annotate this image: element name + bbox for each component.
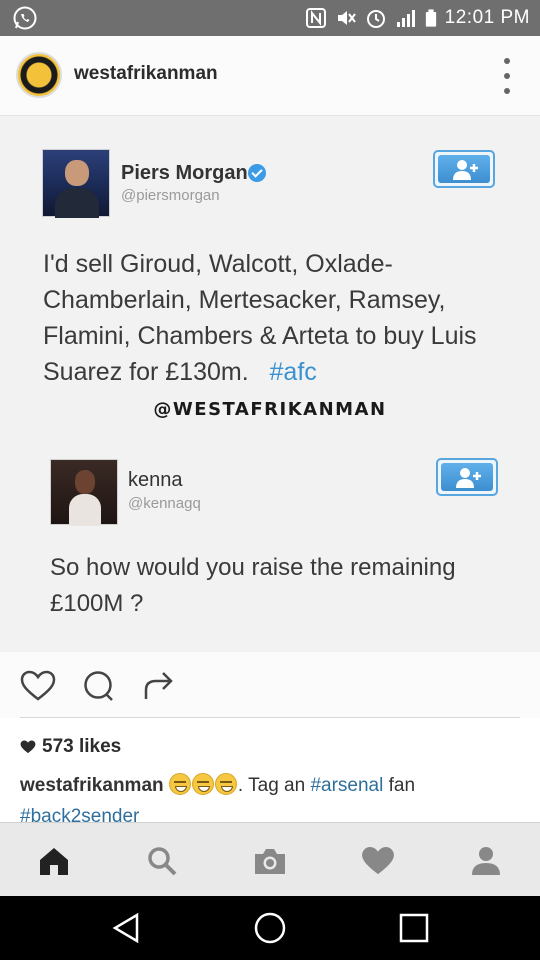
home-icon [40,848,68,875]
heart-icon [362,846,394,875]
verified-badge-icon [248,164,266,182]
hashtag-afc: #afc [269,358,317,386]
piers-morgan-avatar [42,149,110,218]
caption-username[interactable]: westafrikanman [20,775,164,796]
more-options-icon[interactable] [502,58,512,94]
camera-icon [255,849,285,874]
signal-icon [396,10,415,27]
mute-icon [337,11,356,25]
divider [20,717,520,718]
avatar[interactable] [16,52,62,98]
tab-activity[interactable] [358,843,398,879]
tab-search[interactable] [142,843,182,879]
recents-button[interactable] [396,910,432,946]
small-heart-icon [20,740,36,754]
follow-button [436,458,498,496]
system-navigation-bar [0,896,540,960]
search-icon [148,847,177,876]
recents-square-icon [399,913,429,943]
whatsapp-icon [13,6,37,30]
back-button[interactable] [108,910,144,946]
tweet-text: I'd sell Giroud, Walcott, Oxlade- Chambe… [43,250,477,386]
alarm-icon [366,10,385,28]
tab-camera[interactable] [250,843,290,879]
hashtag-arsenal[interactable]: #arsenal [310,775,383,796]
post-username[interactable]: westafrikanman [74,63,218,85]
tweet-author-handle: @kennagq [128,495,201,512]
tweet-author-name: Piers Morgan [121,162,248,184]
likes-count[interactable]: 573 likes [20,736,121,758]
tab-home[interactable] [34,843,74,879]
add-user-icon [456,468,481,488]
post-image[interactable]: Piers Morgan @piersmorgan I'd sell Girou… [0,116,540,652]
profile-icon [472,847,500,875]
tweet-text: So how would you raise the remaining £10… [50,554,456,617]
share-icon[interactable] [142,670,176,702]
follow-button [433,150,495,188]
grin-emoji-icon [168,773,238,796]
add-user-icon [453,160,478,180]
tweet-author-handle: @piersmorgan [121,187,220,204]
home-circle-icon [254,912,286,944]
back-triangle-icon [112,912,139,944]
status-time: 12:01 PM [444,7,530,28]
heart-icon[interactable] [20,670,56,702]
battery-icon [425,9,436,27]
tab-profile[interactable] [466,843,506,879]
watermark-text: @WESTAFRIKANMAN [153,399,387,420]
post-header: westafrikanman [0,36,540,116]
comment-icon[interactable] [82,670,116,702]
kenna-avatar [50,459,118,526]
post-actions [0,652,540,718]
tweet-author-name: kenna [128,469,183,491]
home-button[interactable] [252,910,288,946]
status-bar: 12:01 PM [0,0,540,36]
bottom-navigation [0,822,540,896]
nfc-icon [305,8,326,28]
